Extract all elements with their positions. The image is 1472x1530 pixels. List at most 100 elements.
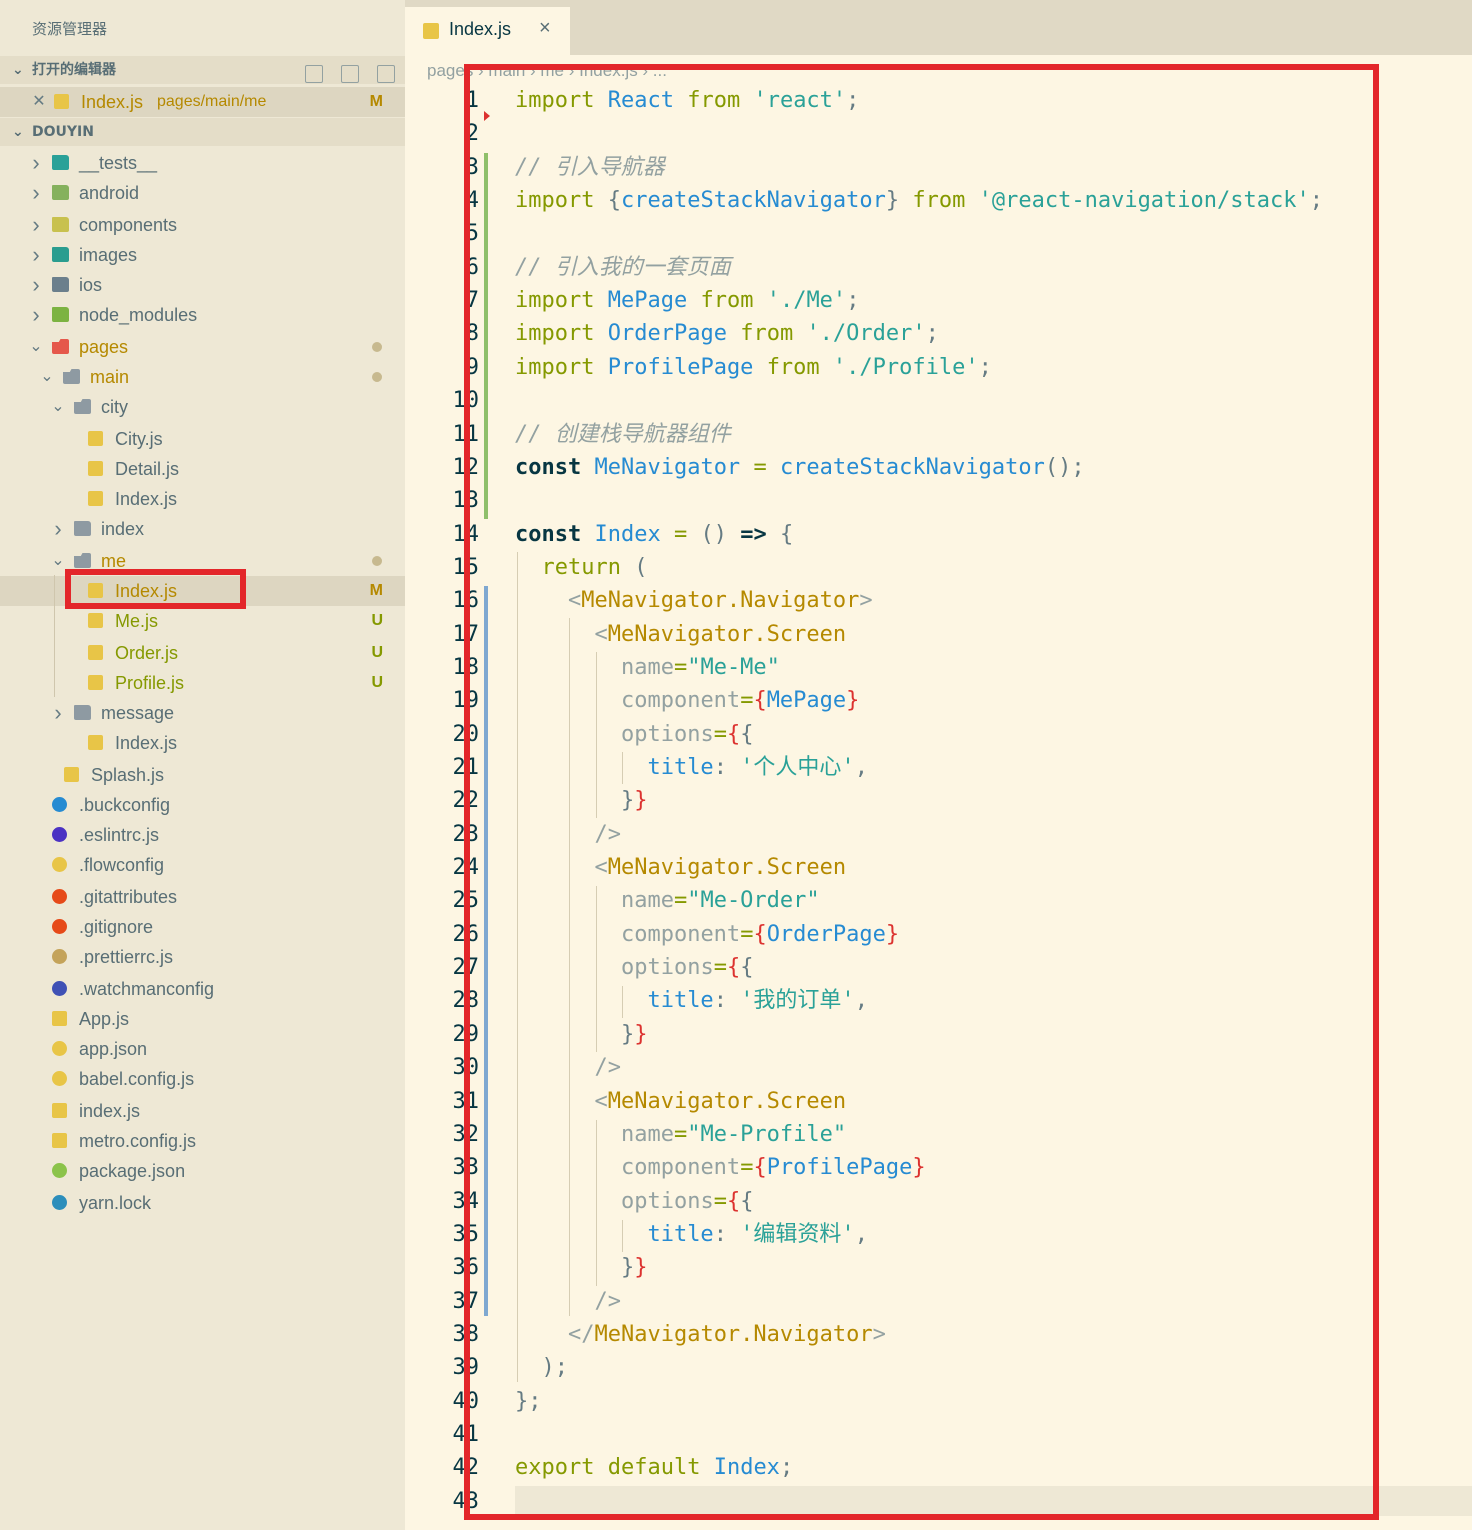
code-line[interactable]: <MeNavigator.Screen	[515, 851, 846, 884]
code-line[interactable]: }}	[515, 1018, 648, 1051]
save-all-icon[interactable]	[341, 65, 359, 83]
code-line[interactable]: import MePage from './Me';	[515, 284, 859, 317]
tree-file[interactable]: Profile.js U	[0, 668, 405, 698]
tree-file[interactable]: Me.js U	[0, 606, 405, 636]
chevron-right-icon[interactable]: ›	[29, 240, 43, 270]
tree-file[interactable]: metro.config.js	[0, 1126, 405, 1156]
code-line[interactable]: import OrderPage from './Order';	[515, 317, 939, 350]
tree-file[interactable]: babel.config.js	[0, 1064, 405, 1094]
chevron-right-icon[interactable]: ›	[29, 178, 43, 208]
chevron-down-icon[interactable]: ⌄	[51, 392, 65, 422]
tree-file[interactable]: .prettierrc.js	[0, 942, 405, 972]
chevron-down-icon[interactable]: ⌄	[40, 362, 54, 392]
line-number: 42	[452, 1455, 480, 1480]
code-line[interactable]: // 引入导航器	[515, 151, 665, 184]
code-line[interactable]: options={{	[515, 718, 753, 751]
tree-folder[interactable]: ⌄ pages	[0, 332, 405, 362]
code-line[interactable]: name="Me-Me"	[515, 651, 780, 684]
tree-folder[interactable]: › images	[0, 240, 405, 270]
tree-file[interactable]: .buckconfig	[0, 790, 405, 820]
code-line[interactable]: }}	[515, 784, 648, 817]
code-line[interactable]: return (	[515, 551, 648, 584]
tree-folder[interactable]: › android	[0, 178, 405, 208]
tree-file[interactable]: app.json	[0, 1034, 405, 1064]
chevron-right-icon[interactable]: ›	[51, 514, 65, 544]
open-editors-label: 打开的编辑器	[32, 62, 116, 78]
code-line[interactable]: component={MePage}	[515, 684, 859, 717]
tree-file[interactable]: .gitattributes	[0, 882, 405, 912]
tree-file[interactable]: Order.js U	[0, 638, 405, 668]
open-editors-header[interactable]: ⌄ 打开的编辑器	[0, 56, 405, 84]
project-header[interactable]: ⌄ DOUYIN	[0, 118, 405, 146]
code-line[interactable]: component={OrderPage}	[515, 918, 899, 951]
close-icon[interactable]: ✕	[32, 87, 46, 117]
chevron-right-icon[interactable]: ›	[29, 210, 43, 240]
code-line[interactable]: import ProfilePage from './Profile';	[515, 351, 992, 384]
code-token: return	[541, 555, 621, 580]
tree-folder[interactable]: ⌄ city	[0, 392, 405, 422]
code-line[interactable]: />	[515, 1051, 621, 1084]
chevron-down-icon[interactable]: ⌄	[51, 546, 65, 576]
tree-folder[interactable]: › message	[0, 698, 405, 728]
code-line[interactable]: import React from 'react';	[515, 84, 859, 117]
code-line[interactable]: />	[515, 1285, 621, 1318]
code-line[interactable]: <MeNavigator.Navigator>	[515, 584, 873, 617]
code-line[interactable]: }}	[515, 1251, 648, 1284]
tree-file[interactable]: Detail.js	[0, 454, 405, 484]
code-line[interactable]: export default Index;	[515, 1451, 793, 1484]
tree-file[interactable]: Splash.js	[0, 760, 405, 790]
tree-folder[interactable]: › components	[0, 210, 405, 240]
tree-file[interactable]: .gitignore	[0, 912, 405, 942]
code-line[interactable]: options={{	[515, 1185, 753, 1218]
tree-file[interactable]: App.js	[0, 1004, 405, 1034]
code-line[interactable]: </MeNavigator.Navigator>	[515, 1318, 886, 1351]
code-line[interactable]: // 创建栈导航器组件	[515, 418, 731, 451]
code-line[interactable]: import {createStackNavigator} from '@rea…	[515, 184, 1323, 217]
editor-tab[interactable]: Index.js ×	[405, 7, 570, 55]
breadcrumb[interactable]: pages › main › me › Index.js › ...	[427, 58, 667, 84]
code-line[interactable]: // 引入我的一套页面	[515, 251, 731, 284]
tree-file[interactable]: yarn.lock	[0, 1188, 405, 1218]
code-line[interactable]: />	[515, 818, 621, 851]
tree-item-label: .prettierrc.js	[79, 947, 174, 967]
tree-file[interactable]: Index.js M	[0, 576, 405, 606]
tree-folder[interactable]: ⌄ me	[0, 546, 405, 576]
code-token: MeNavigator.Screen	[607, 1089, 847, 1114]
tree-file[interactable]: .flowconfig	[0, 850, 405, 880]
tree-folder[interactable]: › __tests__	[0, 148, 405, 178]
tree-file[interactable]: Index.js	[0, 484, 405, 514]
tree-file[interactable]: .watchmanconfig	[0, 974, 405, 1004]
tree-file[interactable]: package.json	[0, 1156, 405, 1186]
tree-folder[interactable]: › ios	[0, 270, 405, 300]
code-line[interactable]: name="Me-Profile"	[515, 1118, 846, 1151]
tree-file[interactable]: Index.js	[0, 728, 405, 758]
new-untitled-icon[interactable]	[305, 65, 323, 83]
code-line[interactable]: <MeNavigator.Screen	[515, 618, 846, 651]
tree-file[interactable]: .eslintrc.js	[0, 820, 405, 850]
tree-folder[interactable]: › node_modules	[0, 300, 405, 330]
code-line[interactable]: <MeNavigator.Screen	[515, 1085, 846, 1118]
code-line[interactable]: title: '我的订单',	[515, 984, 867, 1017]
code-line[interactable]: component={ProfilePage}	[515, 1151, 926, 1184]
chevron-down-icon[interactable]: ⌄	[29, 332, 43, 362]
close-all-icon[interactable]	[377, 65, 395, 83]
open-editor-item[interactable]: ✕ Index.js pages/main/me M	[0, 87, 405, 117]
code-line[interactable]: const Index = () => {	[515, 518, 793, 551]
chevron-right-icon[interactable]: ›	[29, 270, 43, 300]
tree-file[interactable]: index.js	[0, 1096, 405, 1126]
chevron-right-icon[interactable]: ›	[29, 300, 43, 330]
code-line[interactable]: title: '个人中心',	[515, 751, 867, 784]
chevron-right-icon[interactable]: ›	[51, 698, 65, 728]
close-icon[interactable]: ×	[539, 17, 551, 40]
code-line[interactable]: name="Me-Order"	[515, 884, 820, 917]
chevron-right-icon[interactable]: ›	[29, 148, 43, 178]
code-line[interactable]: );	[515, 1351, 568, 1384]
tree-folder[interactable]: › index	[0, 514, 405, 544]
tree-folder[interactable]: ⌄ main	[0, 362, 405, 392]
code-line[interactable]: };	[515, 1385, 542, 1418]
code-line[interactable]: const MeNavigator = createStackNavigator…	[515, 451, 1085, 484]
tree-file[interactable]: City.js	[0, 424, 405, 454]
code-line[interactable]: options={{	[515, 951, 753, 984]
code-line[interactable]: title: '编辑资料',	[515, 1218, 867, 1251]
